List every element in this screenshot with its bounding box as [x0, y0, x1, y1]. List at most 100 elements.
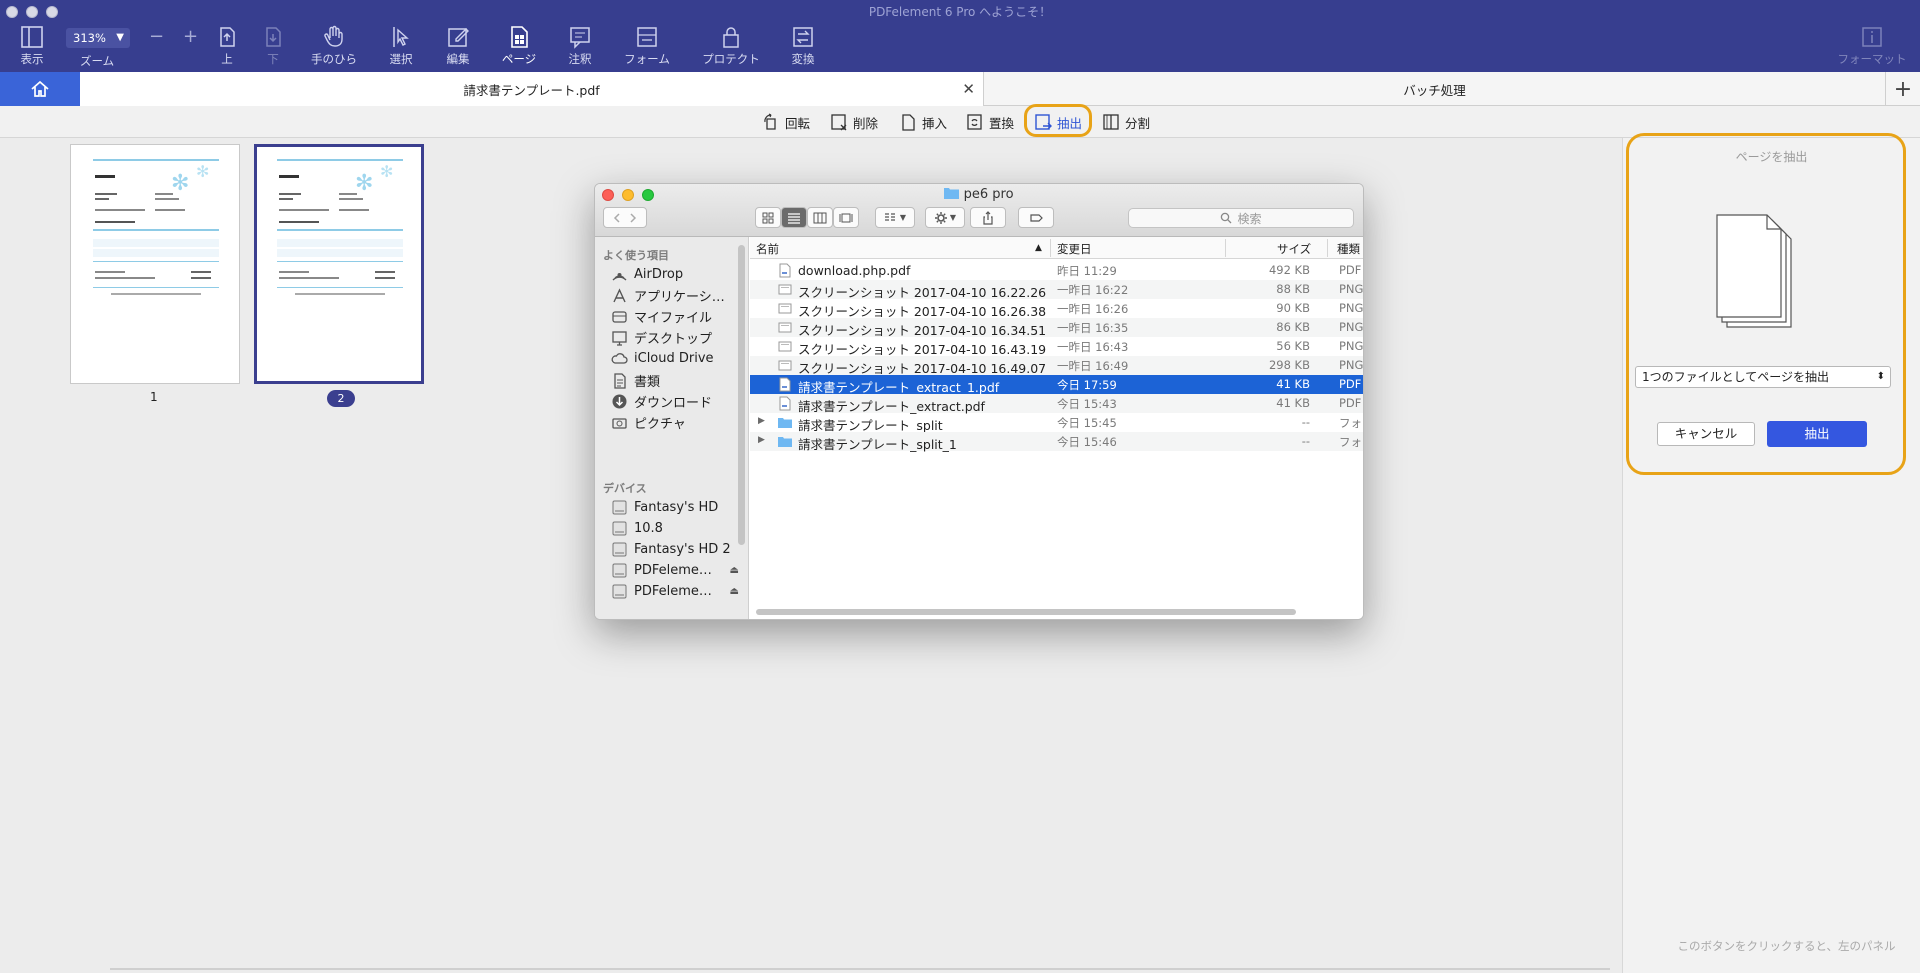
chevron-left-icon [613, 212, 620, 223]
arrange-button[interactable]: ▼ [875, 207, 915, 228]
convert-icon [793, 27, 813, 47]
disclosure-triangle-icon[interactable]: ▶ [758, 435, 765, 445]
rotate-button[interactable]: 回転 [762, 110, 810, 134]
window-title: PDFelement 6 Pro へようこそ！ [868, 5, 1052, 19]
column-size[interactable]: サイズ [1277, 241, 1311, 257]
page-down-icon [266, 27, 281, 47]
share-button[interactable] [970, 207, 1006, 228]
search-icon [1221, 212, 1232, 224]
chevron-down-icon: ▼ [116, 32, 124, 43]
sidebar-item-all-files[interactable]: マイファイル [611, 305, 743, 327]
chevron-right-icon [630, 212, 637, 223]
action-button[interactable]: ▼ [925, 207, 965, 228]
sidebar-item-label: デスクトップ [634, 332, 713, 348]
sidebar-item-device[interactable]: Fantasy's HD [611, 496, 743, 518]
icon-view-button[interactable] [755, 207, 781, 228]
rotate-icon [764, 113, 776, 130]
tag-button[interactable] [1018, 207, 1054, 228]
sidebar-item-cloud[interactable]: iCloud Drive [611, 348, 743, 370]
gallery-view-button[interactable] [833, 207, 859, 228]
horizontal-scrollbar[interactable] [756, 609, 1296, 615]
convert-button[interactable]: 変換 [773, 24, 833, 70]
eject-icon[interactable]: ⏏ [730, 586, 739, 597]
column-kind[interactable]: 種類 [1337, 241, 1360, 257]
sidebar-item-device[interactable]: 10.8 [611, 517, 743, 539]
sidebar-item-camera[interactable]: ピクチャ [611, 411, 743, 433]
arrange-icon [884, 212, 895, 221]
format-button[interactable]: フォーマット [1834, 24, 1910, 70]
desktop-icon [612, 331, 627, 346]
close-icon[interactable]: ✕ [962, 80, 975, 98]
view-button[interactable]: 表示 [2, 24, 62, 70]
table-row[interactable]: 請求書テンプレート_extract.pdf 今日 15:43 41 KB PDF [750, 394, 1363, 414]
file-name: 請求書テンプレート_split_1 [798, 437, 957, 452]
sidebar-item-device[interactable]: PDFeleme… ⏏ [611, 581, 743, 603]
comment-button[interactable]: 注釈 [550, 24, 610, 70]
tab-batch[interactable]: バッチ処理 [984, 72, 1886, 106]
table-row[interactable]: スクリーンショット 2017-04-10 16.22.26 一昨日 16:22 88… [750, 280, 1363, 300]
page-down-button[interactable]: 下 [243, 24, 303, 70]
table-row[interactable]: スクリーンショット 2017-04-10 16.34.51 一昨日 16:35 86… [750, 318, 1364, 338]
table-row[interactable]: スクリーンショット 2017-04-10 16.49.07 一昨日 16:49 29… [750, 356, 1363, 376]
main-toolbar: PDFelement 6 Pro へようこそ！ 表示 313% ▼ ズーム − +… [0, 0, 1920, 72]
zoom-in-button[interactable]: + [183, 26, 198, 47]
back-forward-buttons[interactable] [603, 207, 647, 228]
sidebar-item-device[interactable]: Fantasy's HD 2 [611, 538, 743, 560]
extract-button-highlight [1024, 104, 1092, 137]
sidebar-item-label: Fantasy's HD [634, 499, 719, 515]
column-modified[interactable]: 変更日 [1057, 241, 1092, 257]
hard-drive-icon [612, 584, 627, 599]
column-name[interactable]: 名前 [756, 241, 779, 257]
table-row[interactable]: スクリーンショット 2017-04-10 16.43.19 一昨日 16:43 56… [750, 337, 1363, 357]
search-input[interactable]: 検索 [1128, 208, 1354, 228]
tab-strip: 請求書テンプレート.pdf ✕ バッチ処理 + [0, 72, 1920, 106]
sort-chevron-icon[interactable]: ▲ [1035, 243, 1042, 253]
disclosure-triangle-icon[interactable]: ▶ [758, 416, 765, 426]
page-toolbar: 回転 削除 挿入 置換 抽出 分割 [0, 106, 1920, 138]
sidebar-item-airdrop[interactable]: AirDrop [611, 263, 743, 285]
file-size: 41 KB [1276, 396, 1310, 410]
table-row[interactable]: スクリーンショット 2017-04-10 16.26.38 一昨日 16:26 90… [750, 299, 1364, 319]
table-row[interactable]: ▶ 請求書テンプレート_split 今日 15:45 -- フォ [750, 413, 1363, 433]
table-row[interactable]: 請求書テンプレート_extract_1.pdf 今日 17:59 41 KB PDF [750, 375, 1363, 395]
add-tab-button[interactable]: + [1886, 72, 1920, 106]
sidebar-item-device[interactable]: PDFeleme… ⏏ [611, 560, 743, 582]
select-tool-button[interactable]: 選択 [371, 24, 431, 70]
page-thumbnail-2[interactable]: ✻ ✻ [254, 144, 424, 384]
insert-page-icon [902, 114, 915, 131]
sidebar-item-desktop[interactable]: デスクトップ [611, 327, 743, 349]
sidebar-item-documents[interactable]: 書類 [611, 369, 743, 391]
tab-home[interactable] [0, 72, 80, 106]
delete-button[interactable]: 削除 [830, 110, 878, 134]
zoom-out-button[interactable]: − [149, 26, 164, 47]
hand-tool-button[interactable]: 手のひら [304, 24, 364, 70]
tab-document[interactable]: 請求書テンプレート.pdf ✕ [80, 72, 984, 106]
table-row[interactable]: ▶ 請求書テンプレート_split_1 今日 15:46 -- フォ [750, 432, 1363, 452]
insert-button[interactable]: 挿入 [899, 110, 947, 134]
page-button[interactable]: ページ [489, 24, 549, 70]
svg-text:✻: ✻ [380, 162, 393, 181]
file-kind: PDF [1339, 263, 1362, 277]
list-view-button[interactable] [781, 207, 807, 228]
form-button[interactable]: フォーム [617, 24, 677, 70]
sidebar-item-download[interactable]: ダウンロード [611, 390, 743, 412]
protect-button[interactable]: プロテクト [701, 24, 761, 70]
file-kind: PNG [1339, 320, 1364, 334]
column-view-button[interactable] [807, 207, 833, 228]
zoom-select[interactable]: 313% ▼ [66, 28, 130, 48]
eject-icon[interactable]: ⏏ [730, 565, 739, 576]
file-name: download.php.pdf [798, 263, 911, 278]
file-size: 492 KB [1268, 263, 1310, 277]
sidebar-item-applications[interactable]: アプリケーシ… [611, 284, 743, 306]
table-row[interactable]: download.php.pdf 昨日 11:29 492 KB PDF [750, 261, 1363, 280]
split-button[interactable]: 分割 [1102, 110, 1150, 134]
gear-icon [934, 211, 947, 224]
sidebar-scrollbar[interactable] [738, 245, 745, 545]
chevron-down-icon: ▼ [899, 213, 907, 222]
file-kind: PNG [1339, 301, 1364, 315]
edit-button[interactable]: 編集 [428, 24, 488, 70]
sidebar-item-label: PDFeleme… [634, 584, 712, 600]
list-icon [788, 212, 800, 224]
page-thumbnail-1[interactable]: ✻ ✻ [70, 144, 240, 384]
replace-button[interactable]: 置換 [966, 110, 1014, 134]
